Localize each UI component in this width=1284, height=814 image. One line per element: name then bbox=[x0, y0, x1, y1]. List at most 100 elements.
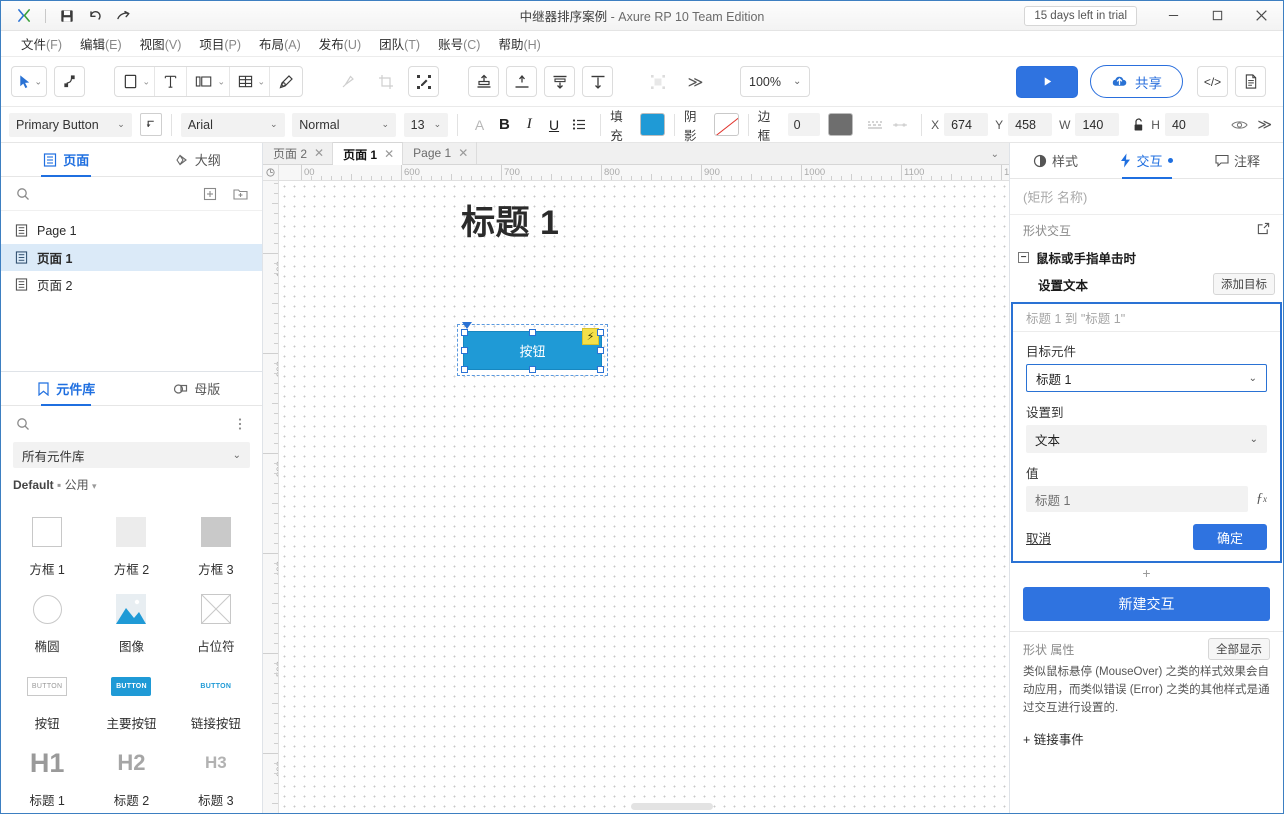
widget-box3[interactable]: 方框 3 bbox=[174, 505, 258, 582]
page-item-page2[interactable]: 页面 2 bbox=[1, 271, 262, 298]
resize-handle-nw[interactable] bbox=[461, 329, 468, 336]
text-tool-button[interactable] bbox=[155, 66, 187, 97]
widget-h1[interactable]: H1 标题 1 bbox=[5, 736, 89, 813]
library-select[interactable]: 所有元件库 ⌄ bbox=[13, 442, 250, 468]
canvas-horizontal-scrollbar[interactable] bbox=[631, 803, 713, 810]
design-canvas[interactable]: 标题 1 按钮 ⚡ bbox=[279, 181, 1009, 813]
tab-notes[interactable]: 注释 bbox=[1192, 143, 1283, 178]
select-tool-button[interactable]: ⌄ bbox=[11, 66, 47, 97]
y-field[interactable]: Y 458 bbox=[995, 113, 1052, 136]
resize-handle-ne[interactable] bbox=[597, 329, 604, 336]
share-button[interactable]: 共享 bbox=[1090, 65, 1183, 98]
rotate-handle[interactable] bbox=[462, 322, 472, 329]
menu-item-team[interactable]: 团队(T) bbox=[371, 31, 428, 56]
generate-doc-button[interactable] bbox=[1235, 66, 1266, 97]
transform-selection-button[interactable] bbox=[408, 66, 439, 97]
widget-placeholder[interactable]: 占位符 bbox=[174, 582, 258, 659]
add-target-button[interactable]: 添加目标 bbox=[1213, 273, 1275, 295]
kebab-menu-icon[interactable] bbox=[230, 414, 250, 434]
menu-item-project[interactable]: 项目(P) bbox=[191, 31, 249, 56]
resize-handle-s[interactable] bbox=[529, 366, 536, 373]
fill-color-swatch[interactable] bbox=[640, 113, 665, 136]
undo-icon[interactable] bbox=[82, 4, 108, 28]
menu-item-help[interactable]: 帮助(H) bbox=[490, 31, 548, 56]
cancel-button[interactable]: 取消 bbox=[1026, 528, 1051, 547]
vertical-ruler[interactable]: 100200300400500600 bbox=[263, 181, 279, 813]
widget-box2[interactable]: 方框 2 bbox=[89, 505, 173, 582]
resize-handle-e[interactable] bbox=[597, 347, 604, 354]
add-folder-icon[interactable] bbox=[230, 184, 250, 204]
menu-item-publish[interactable]: 发布(U) bbox=[311, 31, 369, 56]
close-icon[interactable]: ✕ bbox=[458, 146, 468, 160]
library-group-header[interactable]: Default ▪ 公用 ▾ bbox=[1, 476, 262, 499]
tab-outline[interactable]: 大纲 bbox=[132, 143, 263, 176]
page-item-selected[interactable]: 页面 1 bbox=[1, 244, 262, 271]
preview-button[interactable] bbox=[1016, 66, 1078, 98]
canvas-button-widget[interactable]: 按钮 bbox=[464, 332, 601, 369]
bold-button[interactable]: B bbox=[492, 113, 517, 137]
code-view-button[interactable]: </> bbox=[1197, 66, 1228, 97]
search-icon[interactable] bbox=[13, 184, 33, 204]
connector-tool-button[interactable] bbox=[54, 66, 85, 97]
tab-pages[interactable]: 页面 bbox=[1, 143, 132, 176]
line-style-button[interactable] bbox=[862, 113, 887, 137]
widget-button[interactable]: BUTTON 按钮 bbox=[5, 659, 89, 736]
bullet-list-button[interactable] bbox=[566, 113, 591, 137]
font-weight-select[interactable]: Normal ⌄ bbox=[292, 113, 396, 137]
resize-handle-w[interactable] bbox=[461, 347, 468, 354]
show-all-button[interactable]: 全部显示 bbox=[1208, 638, 1270, 660]
set-to-select[interactable]: 文本 ⌄ bbox=[1026, 425, 1267, 453]
border-width-input[interactable]: 0 bbox=[788, 113, 821, 136]
resize-handle-n[interactable] bbox=[529, 329, 536, 336]
shadow-swatch[interactable] bbox=[714, 113, 739, 136]
underline-button[interactable]: U bbox=[542, 113, 567, 137]
h-field[interactable]: H 40 bbox=[1151, 113, 1209, 136]
tab-style[interactable]: 样式 bbox=[1010, 143, 1101, 178]
x-field[interactable]: X 674 bbox=[931, 113, 988, 136]
menu-item-file[interactable]: 文件(F) bbox=[13, 31, 70, 56]
widget-name-input[interactable]: (矩形 名称) bbox=[1010, 179, 1283, 215]
add-action-button[interactable]: + bbox=[1010, 563, 1283, 583]
widget-ellipse[interactable]: 椭圆 bbox=[5, 582, 89, 659]
canvas-title-widget[interactable]: 标题 1 bbox=[461, 195, 559, 244]
border-color-swatch[interactable] bbox=[828, 113, 853, 136]
page-item-page1[interactable]: Page 1 bbox=[1, 217, 262, 244]
minimize-button[interactable] bbox=[1151, 1, 1195, 31]
canvas-tab-page1[interactable]: Page 1 ✕ bbox=[403, 142, 477, 164]
distribute-vertical-button[interactable] bbox=[544, 66, 575, 97]
stylebar-overflow-button[interactable]: ≫ bbox=[1252, 113, 1277, 137]
widget-h3[interactable]: H3 标题 3 bbox=[174, 736, 258, 813]
redo-icon[interactable] bbox=[110, 4, 136, 28]
horizontal-ruler[interactable]: 00600700800900100011001200 bbox=[279, 165, 1009, 181]
menu-item-view[interactable]: 视图(V) bbox=[132, 31, 190, 56]
zoom-select[interactable]: 100% ⌄ bbox=[740, 66, 810, 97]
menu-item-account[interactable]: 账号(C) bbox=[430, 31, 488, 56]
maximize-button[interactable] bbox=[1195, 1, 1239, 31]
widget-h2[interactable]: H2 标题 2 bbox=[89, 736, 173, 813]
tab-widget-library[interactable]: 元件库 bbox=[1, 372, 132, 405]
resize-handle-se[interactable] bbox=[597, 366, 604, 373]
widget-primary-button[interactable]: BUTTON 主要按钮 bbox=[89, 659, 173, 736]
fx-icon[interactable]: ƒx bbox=[1256, 491, 1267, 507]
menu-item-edit[interactable]: 编辑(E) bbox=[72, 31, 130, 56]
style-picker-button[interactable] bbox=[140, 113, 162, 136]
font-color-button[interactable]: A bbox=[467, 113, 492, 137]
line-arrow-button[interactable] bbox=[887, 113, 912, 137]
ruler-origin-icon[interactable] bbox=[263, 165, 279, 181]
align-middle-button[interactable] bbox=[506, 66, 537, 97]
search-icon[interactable] bbox=[13, 414, 33, 434]
add-page-icon[interactable] bbox=[200, 184, 220, 204]
tab-masters[interactable]: 母版 bbox=[132, 372, 263, 405]
target-widget-select[interactable]: 标题 1 ⌄ bbox=[1026, 364, 1267, 392]
canvas-tab-active[interactable]: 页面 1 ✕ bbox=[333, 142, 403, 165]
resize-handle-sw[interactable] bbox=[461, 366, 468, 373]
value-input[interactable]: 标题 1 bbox=[1026, 486, 1248, 512]
widget-style-select[interactable]: Primary Button ⌄ bbox=[9, 113, 132, 137]
canvas-tabs-overflow-icon[interactable]: ⌄ bbox=[991, 149, 999, 160]
widget-image[interactable]: 图像 bbox=[89, 582, 173, 659]
close-button[interactable] bbox=[1239, 1, 1283, 31]
align-top-button[interactable] bbox=[468, 66, 499, 97]
visibility-toggle[interactable] bbox=[1227, 113, 1252, 137]
dynamic-panel-tool-button[interactable]: ⌄ bbox=[187, 66, 230, 97]
interaction-event-row[interactable]: − 鼠标或手指单击时 bbox=[1010, 245, 1283, 272]
